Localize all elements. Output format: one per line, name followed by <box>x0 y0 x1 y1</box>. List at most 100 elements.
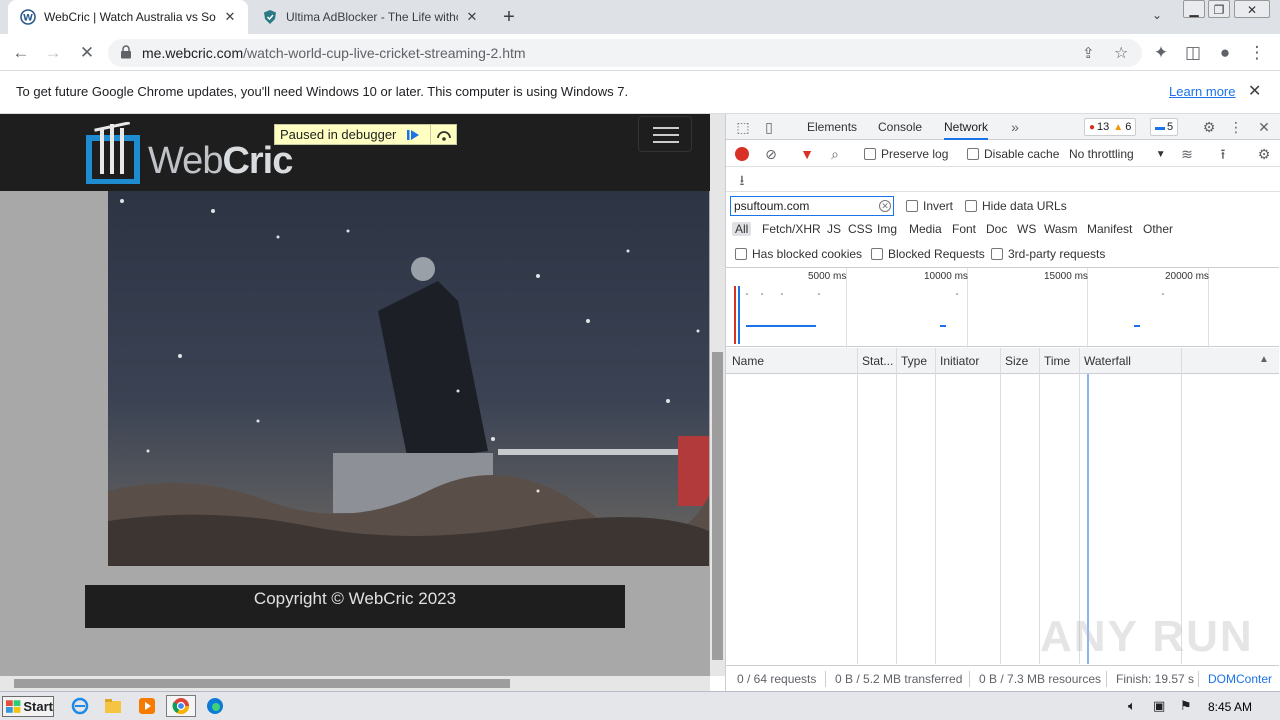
filter-type-js[interactable]: JS <box>827 222 841 236</box>
filter-type-other[interactable]: Other <box>1143 222 1173 236</box>
close-infobar-icon[interactable]: ✕ <box>1248 81 1261 101</box>
device-toolbar-icon[interactable]: ▯ <box>760 118 778 136</box>
filter-type-doc[interactable]: Doc <box>986 222 1007 236</box>
resume-execution-button[interactable] <box>400 125 426 144</box>
taskbar-clock[interactable]: 8:45 AM <box>1208 700 1252 714</box>
column-name[interactable]: Name <box>727 348 764 374</box>
tab-search-icon[interactable]: ⌄ <box>1152 8 1162 22</box>
stop-loading-icon[interactable]: ✕ <box>74 40 100 66</box>
settings-gear-icon[interactable]: ⚙ <box>1200 118 1218 136</box>
update-infobar: To get future Google Chrome updates, you… <box>0 71 1280 114</box>
filter-type-media[interactable]: Media <box>909 222 942 236</box>
page-horizontal-scrollbar[interactable] <box>0 676 710 691</box>
network-toolbar: ⊘ ▼ ⌕ Preserve log Disable cache No thro… <box>726 141 1280 167</box>
step-over-icon <box>436 130 451 141</box>
status-domcontentloaded: DOMConter <box>1208 672 1273 686</box>
has-blocked-cookies-checkbox[interactable]: Has blocked cookies <box>735 247 862 261</box>
inspect-element-icon[interactable]: ⬚ <box>734 118 752 136</box>
column-type[interactable]: Type <box>896 348 927 374</box>
learn-more-link[interactable]: Learn more <box>1169 84 1235 99</box>
network-settings-gear-icon[interactable]: ⚙ <box>1255 145 1273 163</box>
forward-arrow-icon[interactable]: → <box>40 40 66 66</box>
filter-input[interactable]: psuftoum.com ✕ <box>730 196 894 216</box>
filter-type-manifest[interactable]: Manifest <box>1087 222 1132 236</box>
filter-type-img[interactable]: Img <box>877 222 897 236</box>
extensions-puzzle-icon[interactable]: ✦ <box>1148 40 1174 66</box>
clear-filter-icon[interactable]: ✕ <box>879 200 891 212</box>
hamburger-menu-button[interactable] <box>638 116 692 152</box>
throttling-select[interactable]: No throttling ▼ <box>1069 147 1166 161</box>
file-explorer-icon[interactable] <box>101 695 125 717</box>
customize-menu-icon[interactable]: ⋮ <box>1227 118 1245 136</box>
requests-table-header: Name Stat... Type Initiator Size Time Wa… <box>726 348 1279 374</box>
profile-avatar-icon[interactable]: ● <box>1212 40 1238 66</box>
internet-explorer-icon[interactable] <box>68 695 92 717</box>
new-tab-button[interactable]: + <box>498 6 520 28</box>
filter-type-font[interactable]: Font <box>952 222 976 236</box>
export-har-icon[interactable]: ⭳ <box>733 171 751 189</box>
disable-cache-checkbox[interactable]: Disable cache <box>967 147 1059 161</box>
webcric-logo[interactable]: WebCric <box>86 121 293 187</box>
bookmark-star-icon[interactable]: ☆ <box>1114 43 1128 63</box>
tab-network[interactable]: Network <box>944 114 989 140</box>
record-button[interactable] <box>735 147 749 161</box>
tab-ultima-adblocker[interactable]: Ultima AdBlocker - The Life without A ✕ <box>250 0 490 34</box>
tab-console[interactable]: Console <box>878 114 922 140</box>
sort-ascending-icon[interactable]: ▲ <box>1259 354 1269 365</box>
media-player-icon[interactable] <box>135 695 159 717</box>
network-conditions-icon[interactable]: ≋ <box>1178 145 1196 163</box>
preserve-log-checkbox[interactable]: Preserve log <box>864 147 948 161</box>
chrome-menu-icon[interactable]: ⋮ <box>1244 40 1270 66</box>
minimize-button[interactable]: ▁ <box>1183 0 1205 18</box>
restore-button[interactable]: ❐ <box>1208 0 1230 18</box>
column-waterfall[interactable]: Waterfall <box>1079 348 1131 374</box>
issues-counter[interactable]: ● 13 ▲ 6 <box>1084 118 1137 136</box>
filter-type-ws[interactable]: WS <box>1017 222 1036 236</box>
search-icon[interactable]: ⌕ <box>826 145 844 163</box>
step-over-button[interactable] <box>430 125 456 144</box>
import-har-icon[interactable]: ⭱ <box>1214 145 1232 163</box>
hide-data-urls-label: Hide data URLs <box>982 199 1067 213</box>
messages-counter[interactable]: ▬ 5 <box>1150 118 1179 136</box>
invert-checkbox[interactable]: Invert <box>906 199 953 213</box>
more-tabs-icon[interactable]: » <box>1006 118 1024 136</box>
action-center-flag-icon[interactable]: ⚑ <box>1180 698 1192 714</box>
url-text: me.webcric.com/watch-world-cup-live-cric… <box>142 45 526 61</box>
volume-icon[interactable]: 🔈︎ <box>1128 698 1136 714</box>
start-button[interactable]: Start <box>2 696 54 717</box>
close-tab-icon[interactable]: ✕ <box>464 9 480 25</box>
network-tray-icon[interactable]: ▣ <box>1153 698 1165 714</box>
column-initiator[interactable]: Initiator <box>935 348 979 374</box>
third-party-requests-checkbox[interactable]: 3rd-party requests <box>991 247 1105 261</box>
page-vertical-scrollbar[interactable] <box>710 114 725 676</box>
filter-type-all[interactable]: All <box>732 222 752 236</box>
column-time[interactable]: Time <box>1039 348 1070 374</box>
has-blocked-cookies-label: Has blocked cookies <box>752 247 863 261</box>
close-devtools-icon[interactable]: ✕ <box>1255 118 1273 136</box>
edge-icon[interactable] <box>203 695 227 717</box>
side-panel-icon[interactable]: ◫ <box>1180 40 1206 66</box>
filter-type-wasm[interactable]: Wasm <box>1044 222 1078 236</box>
video-player[interactable] <box>108 191 709 566</box>
hide-data-urls-checkbox[interactable]: Hide data URLs <box>965 199 1067 213</box>
blocked-requests-checkbox[interactable]: Blocked Requests <box>871 247 985 261</box>
scrollbar-thumb[interactable] <box>712 352 723 660</box>
back-arrow-icon[interactable]: ← <box>8 40 34 66</box>
close-tab-icon[interactable]: ✕ <box>222 9 238 25</box>
chrome-taskbar-icon[interactable] <box>166 695 196 717</box>
filter-type-fetch-xhr[interactable]: Fetch/XHR <box>762 222 821 236</box>
network-overview-timeline[interactable]: 5000 ms 10000 ms 15000 ms 20000 ms <box>726 267 1279 348</box>
column-status[interactable]: Stat... <box>857 348 893 374</box>
disable-cache-label: Disable cache <box>984 147 1060 161</box>
tab-webcric[interactable]: W WebCric | Watch Australia vs South ✕ <box>8 0 248 34</box>
address-bar[interactable]: me.webcric.com/watch-world-cup-live-cric… <box>108 39 1142 67</box>
column-size[interactable]: Size <box>1000 348 1028 374</box>
clear-icon[interactable]: ⊘ <box>762 145 780 163</box>
filter-funnel-icon[interactable]: ▼ <box>798 145 816 163</box>
close-window-button[interactable]: ✕ <box>1234 0 1270 18</box>
tab-strip: W WebCric | Watch Australia vs South ✕ U… <box>0 0 1280 34</box>
filter-type-css[interactable]: CSS <box>848 222 873 236</box>
tab-elements[interactable]: Elements <box>807 114 857 140</box>
share-icon[interactable]: ⇪ <box>1082 44 1095 62</box>
scrollbar-thumb[interactable] <box>14 679 510 688</box>
